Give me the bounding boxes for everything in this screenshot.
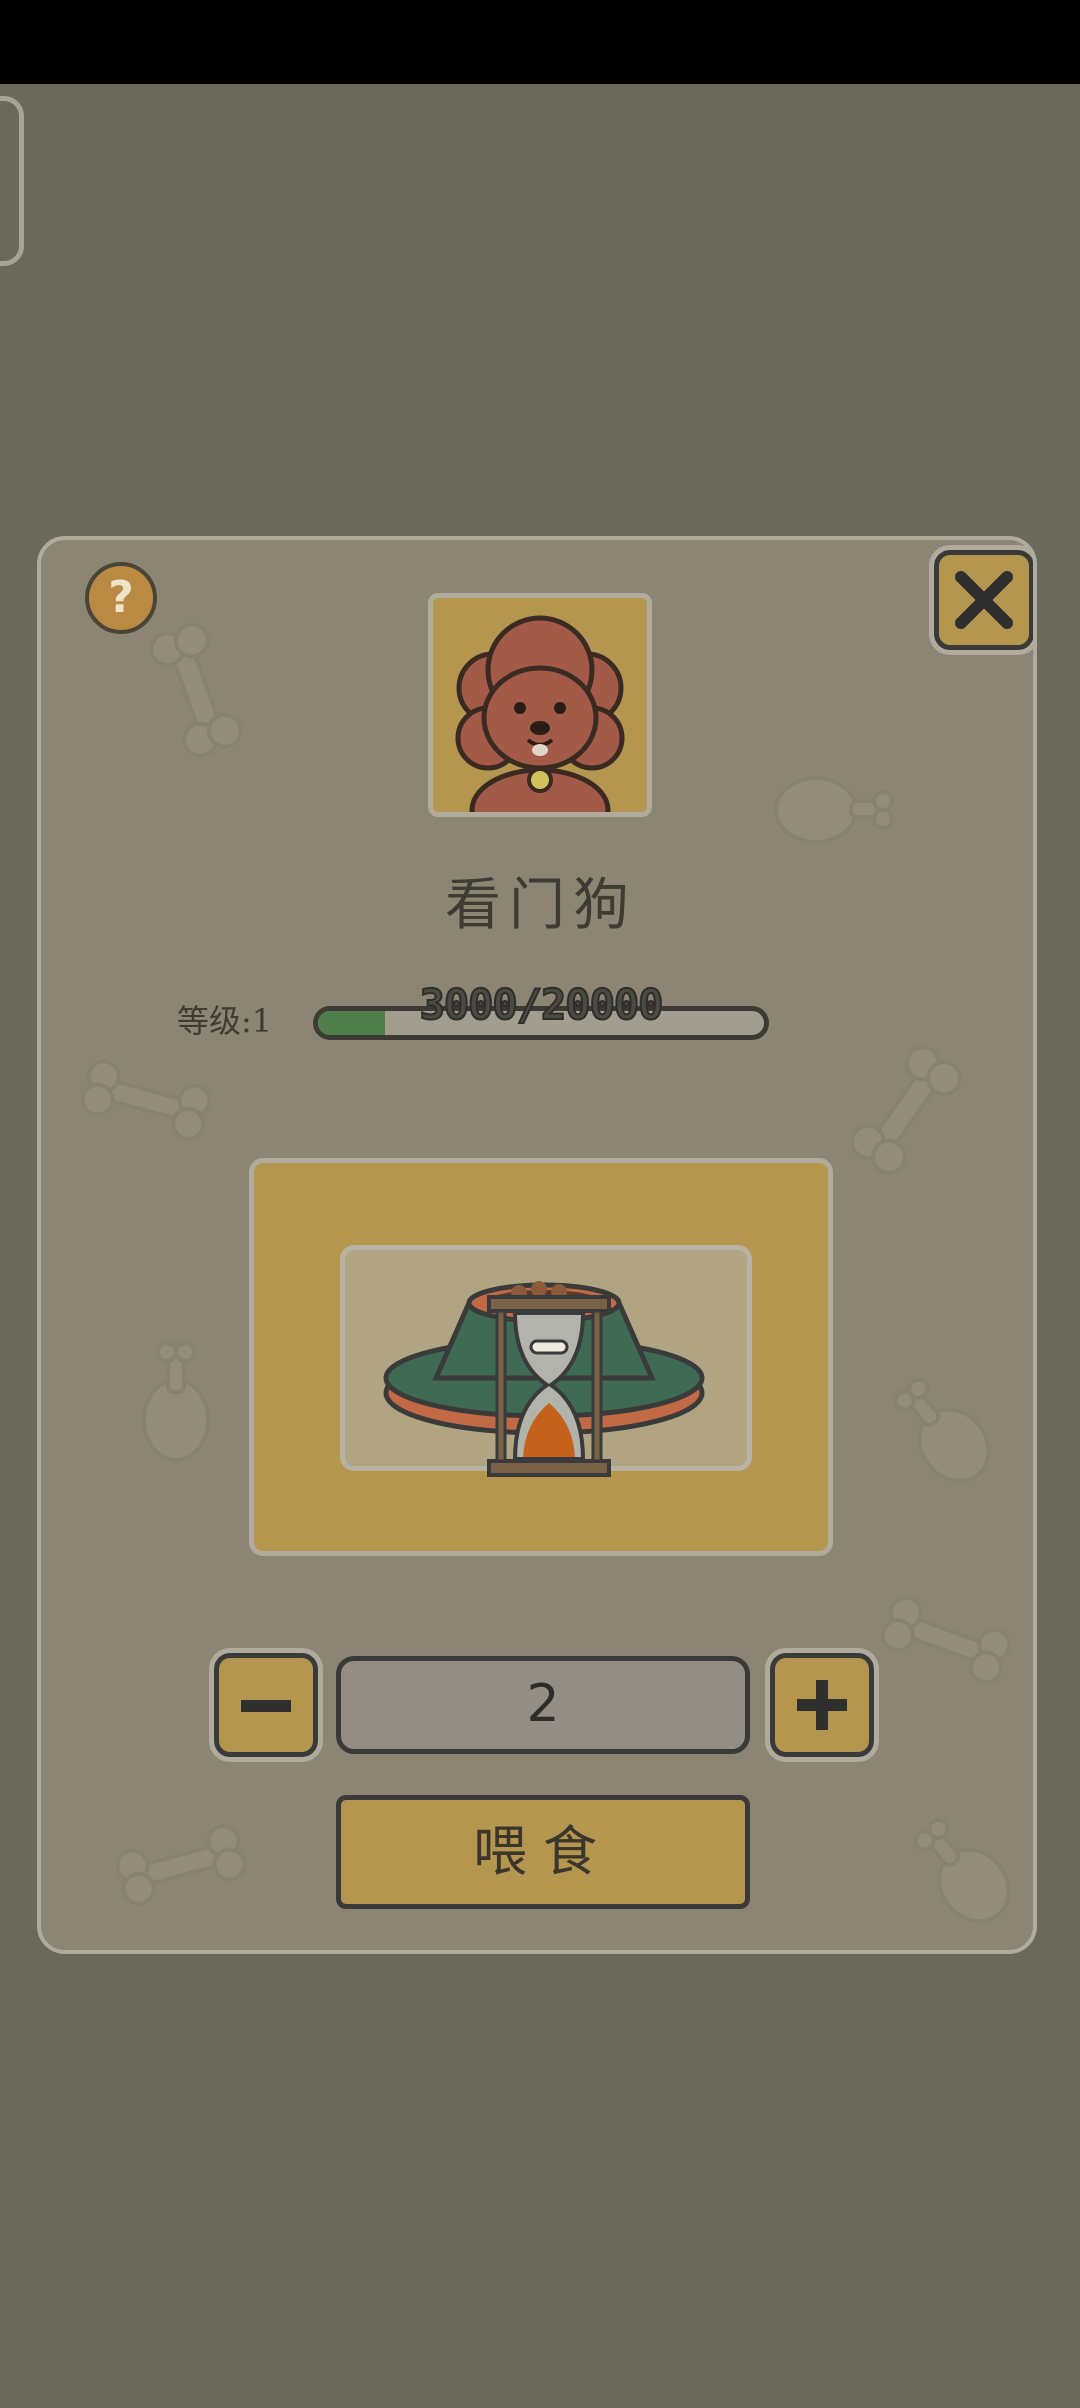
drumstick-decoration [913, 1817, 1011, 1923]
minus-icon [241, 1700, 291, 1712]
side-tab[interactable] [0, 96, 24, 266]
pet-avatar [428, 593, 652, 817]
drumstick-decoration [774, 776, 894, 844]
decrease-button[interactable] [209, 1648, 323, 1762]
food-slot[interactable] [249, 1158, 833, 1556]
level-label: 等级:1 [177, 1002, 273, 1040]
status-bar [0, 0, 1080, 84]
feed-dialog: ? 看门狗 等级:1 3000/20000 2 喂食 [37, 536, 1037, 1954]
bone-decoration [116, 1824, 246, 1906]
close-button[interactable] [929, 545, 1033, 655]
increase-button[interactable] [765, 1648, 879, 1762]
quantity-display[interactable]: 2 [336, 1656, 750, 1754]
bone-decoration [881, 1595, 1011, 1685]
poodle-icon [455, 615, 625, 812]
exp-progress-text: 3000/20000 [419, 979, 665, 1030]
help-button[interactable]: ? [85, 562, 157, 634]
bone-decoration [81, 1059, 211, 1141]
close-icon [955, 571, 1013, 629]
hourglass-icon [487, 1295, 611, 1477]
bone-decoration [149, 622, 243, 758]
bone-decoration [851, 1045, 961, 1175]
feed-button[interactable]: 喂食 [336, 1795, 750, 1909]
pet-name: 看门狗 [445, 873, 637, 938]
plus-icon [797, 1680, 847, 1730]
drumstick-decoration [893, 1377, 991, 1483]
drumstick-decoration [142, 1341, 210, 1462]
